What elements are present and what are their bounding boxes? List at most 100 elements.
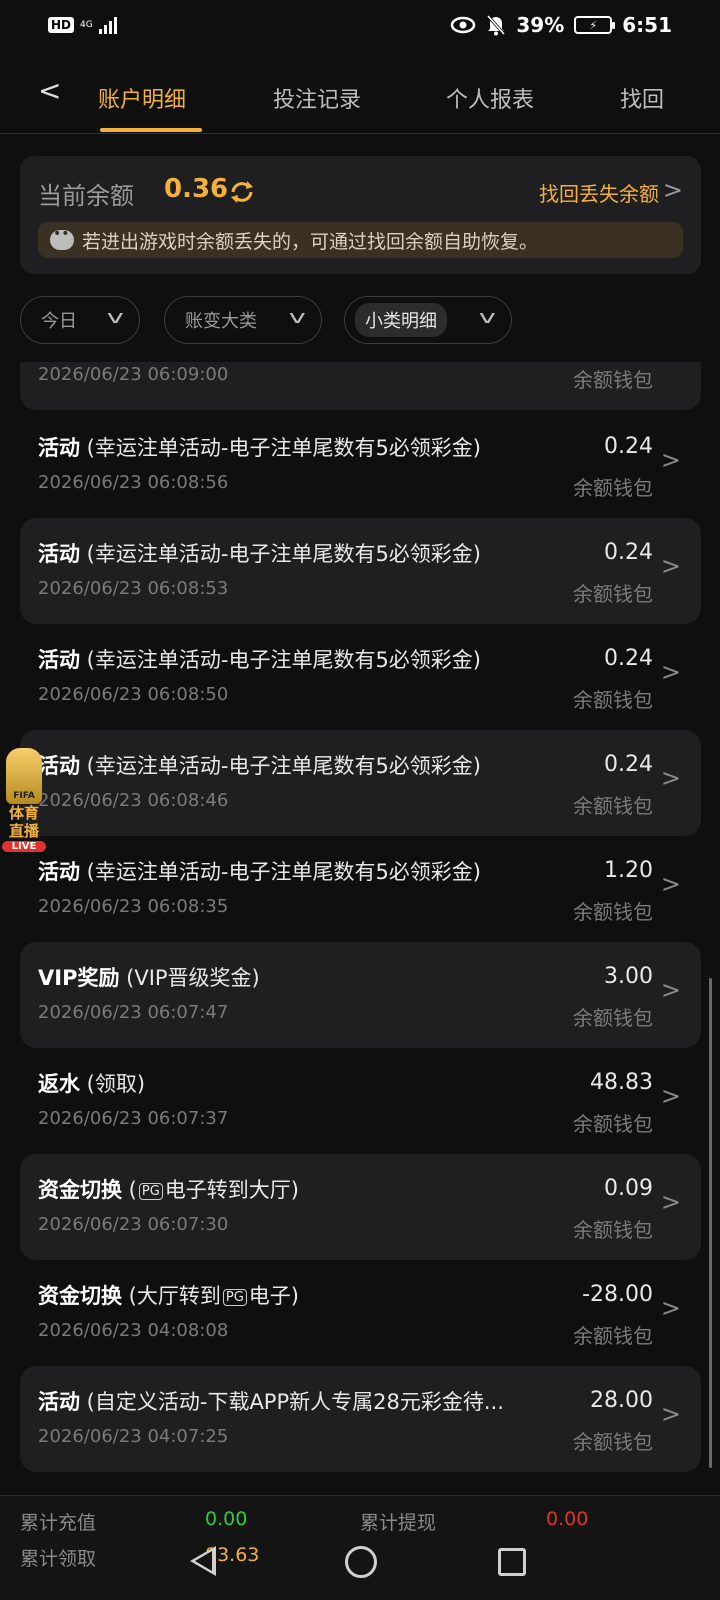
- record-title: 活动 (幸运注单活动-电子注单尾数有5必领彩金): [38, 750, 481, 780]
- list-item[interactable]: 返水 (领取) 2026/06/23 06:07:37 48.83 余额钱包 >: [20, 1048, 701, 1154]
- filter-subcategory[interactable]: 小类明细 v: [344, 296, 512, 344]
- recover-balance-link[interactable]: 找回丢失余额: [539, 178, 659, 207]
- trophy-icon: FIFA: [6, 748, 42, 804]
- refresh-icon[interactable]: [228, 178, 256, 206]
- record-desc: (幸运注单活动-电子注单尾数有5必领彩金): [80, 860, 481, 884]
- record-wallet: 余额钱包: [573, 688, 653, 712]
- chevron-down-icon: v: [289, 307, 307, 328]
- mute-bell-icon: [487, 15, 506, 36]
- chat-bubble-icon: [50, 226, 78, 250]
- record-desc-post: 电子): [248, 1284, 299, 1308]
- list-item[interactable]: 活动 (自定义活动-下载APP新人专属28元彩金待... 2026/06/23 …: [20, 1366, 701, 1472]
- active-tab-indicator: [100, 128, 202, 132]
- record-amount: 28.00: [590, 1388, 653, 1413]
- nav-recent-apps-icon[interactable]: [498, 1548, 526, 1576]
- record-amount: 0.09: [604, 1176, 653, 1201]
- recharge-label: 累计充值: [20, 1512, 97, 1534]
- record-time: 2026/06/23 06:08:53: [38, 578, 229, 599]
- clock: 6:51: [622, 13, 672, 37]
- scrollbar[interactable]: [709, 978, 712, 1468]
- record-amount: 1.20: [604, 858, 653, 883]
- record-time: 2026/06/23 06:07:47: [38, 1002, 229, 1023]
- record-amount: 0.24: [604, 646, 653, 671]
- fifa-live-widget[interactable]: FIFA 体育直播 LIVE: [2, 748, 46, 866]
- list-item[interactable]: 资金切换 (大厅转到 PG 电子) 2026/06/23 04:08:08 -28.…: [20, 1260, 701, 1366]
- network-indicator: 4G: [80, 19, 93, 30]
- record-time: 2026/06/23 06:08:56: [38, 472, 229, 493]
- balance-card: 当前余额 0.36 找回丢失余额 > 若进出游戏时余额丢失的，可通过找回余额自助…: [20, 156, 701, 274]
- record-time: 2026/06/23 04:08:08: [38, 1320, 229, 1341]
- records-list[interactable]: 2026/06/23 06:09:00 余额钱包 活动 (幸运注单活动-电子注单…: [0, 362, 720, 1472]
- chevron-right-icon[interactable]: >: [661, 446, 681, 474]
- chevron-right-icon[interactable]: >: [661, 764, 681, 792]
- record-desc-pre: (大厅转到: [122, 1284, 221, 1308]
- record-title: 活动 (幸运注单活动-电子注单尾数有5必领彩金): [38, 856, 481, 886]
- record-type: 活动: [38, 436, 80, 460]
- tab-bet-records[interactable]: 投注记录: [273, 82, 361, 114]
- chevron-right-icon[interactable]: >: [661, 1294, 681, 1322]
- withdraw-value: 0.00: [546, 1508, 589, 1530]
- list-item[interactable]: 活动 (幸运注单活动-电子注单尾数有5必领彩金) 2026/06/23 06:0…: [20, 624, 701, 730]
- list-item[interactable]: 2026/06/23 06:09:00 余额钱包: [20, 362, 701, 410]
- eye-icon: [451, 16, 476, 34]
- record-wallet: 余额钱包: [573, 582, 653, 606]
- record-amount: 48.83: [590, 1070, 653, 1095]
- list-item[interactable]: 活动 (幸运注单活动-电子注单尾数有5必领彩金) 2026/06/23 06:0…: [20, 518, 701, 624]
- record-title: 资金切换 (PG 电子转到大厅): [38, 1174, 299, 1204]
- system-nav-bar: [0, 1536, 720, 1600]
- filter-subcategory-label: 小类明细: [355, 303, 447, 337]
- record-type: 返水: [38, 1072, 80, 1096]
- chevron-down-icon: v: [479, 307, 497, 328]
- record-title: 活动 (幸运注单活动-电子注单尾数有5必领彩金): [38, 432, 481, 462]
- chevron-right-icon[interactable]: >: [661, 870, 681, 898]
- withdraw-label: 累计提现: [360, 1512, 437, 1534]
- status-bar: HD 4G 39% ⚡ 6:51: [0, 0, 720, 50]
- back-chevron-icon[interactable]: <: [38, 74, 61, 107]
- balance-value: 0.36: [164, 174, 229, 204]
- record-time: 2026/06/23 06:08:46: [38, 790, 229, 811]
- chevron-right-icon[interactable]: >: [661, 1400, 681, 1428]
- record-wallet: 余额钱包: [573, 1112, 653, 1136]
- filter-category[interactable]: 账变大类 v: [164, 296, 322, 344]
- balance-label: 当前余额: [38, 182, 134, 210]
- chevron-right-icon[interactable]: >: [661, 552, 681, 580]
- tab-bar: < 账户明细 投注记录 个人报表 找回: [0, 64, 720, 134]
- recharge-value: 0.00: [205, 1508, 248, 1530]
- notice-banner: 若进出游戏时余额丢失的，可通过找回余额自助恢复。: [38, 222, 683, 258]
- chevron-right-icon[interactable]: >: [661, 1082, 681, 1110]
- record-desc: (自定义活动-下载APP新人专属28元彩金待...: [80, 1390, 504, 1414]
- chevron-right-icon[interactable]: >: [661, 658, 681, 686]
- tab-account-details[interactable]: 账户明细: [98, 82, 186, 114]
- record-amount: 0.24: [604, 752, 653, 777]
- record-wallet: 余额钱包: [573, 1218, 653, 1242]
- record-amount: 3.00: [604, 964, 653, 989]
- list-item[interactable]: 活动 (幸运注单活动-电子注单尾数有5必领彩金) 2026/06/23 06:0…: [20, 730, 701, 836]
- record-title: VIP奖励 (VIP晋级奖金): [38, 962, 260, 992]
- chevron-right-icon[interactable]: >: [661, 1188, 681, 1216]
- record-wallet: 余额钱包: [573, 1430, 653, 1454]
- record-time: 2026/06/23 06:09:00: [38, 364, 229, 385]
- record-desc: (VIP晋级奖金): [119, 966, 260, 990]
- filter-date[interactable]: 今日 v: [20, 296, 140, 344]
- list-item[interactable]: 活动 (幸运注单活动-电子注单尾数有5必领彩金) 2026/06/23 06:0…: [20, 412, 701, 518]
- list-item[interactable]: VIP奖励 (VIP晋级奖金) 2026/06/23 06:07:47 3.00…: [20, 942, 701, 1048]
- record-title: 活动 (幸运注单活动-电子注单尾数有5必领彩金): [38, 538, 481, 568]
- record-wallet: 余额钱包: [573, 1006, 653, 1030]
- record-amount: -28.00: [582, 1282, 653, 1307]
- chevron-right-icon[interactable]: >: [661, 976, 681, 1004]
- chevron-down-icon: v: [107, 307, 125, 328]
- record-type: 活动: [38, 542, 80, 566]
- list-item[interactable]: 资金切换 (PG 电子转到大厅) 2026/06/23 06:07:30 0.09…: [20, 1154, 701, 1260]
- pg-logo-icon: PG: [138, 1183, 163, 1200]
- filter-category-label: 账变大类: [185, 311, 257, 332]
- record-desc-post: 电子转到大厅): [164, 1178, 299, 1202]
- record-desc: (幸运注单活动-电子注单尾数有5必领彩金): [80, 542, 481, 566]
- list-item[interactable]: 活动 (幸运注单活动-电子注单尾数有5必领彩金) 2026/06/23 06:0…: [20, 836, 701, 942]
- nav-home-icon[interactable]: [345, 1546, 377, 1578]
- record-amount: 0.24: [604, 540, 653, 565]
- tab-recover[interactable]: 找回: [620, 82, 664, 114]
- nav-back-icon[interactable]: [190, 1546, 216, 1576]
- record-wallet: 余额钱包: [573, 368, 653, 392]
- tab-personal-report[interactable]: 个人报表: [446, 82, 534, 114]
- chevron-right-icon[interactable]: >: [663, 176, 683, 204]
